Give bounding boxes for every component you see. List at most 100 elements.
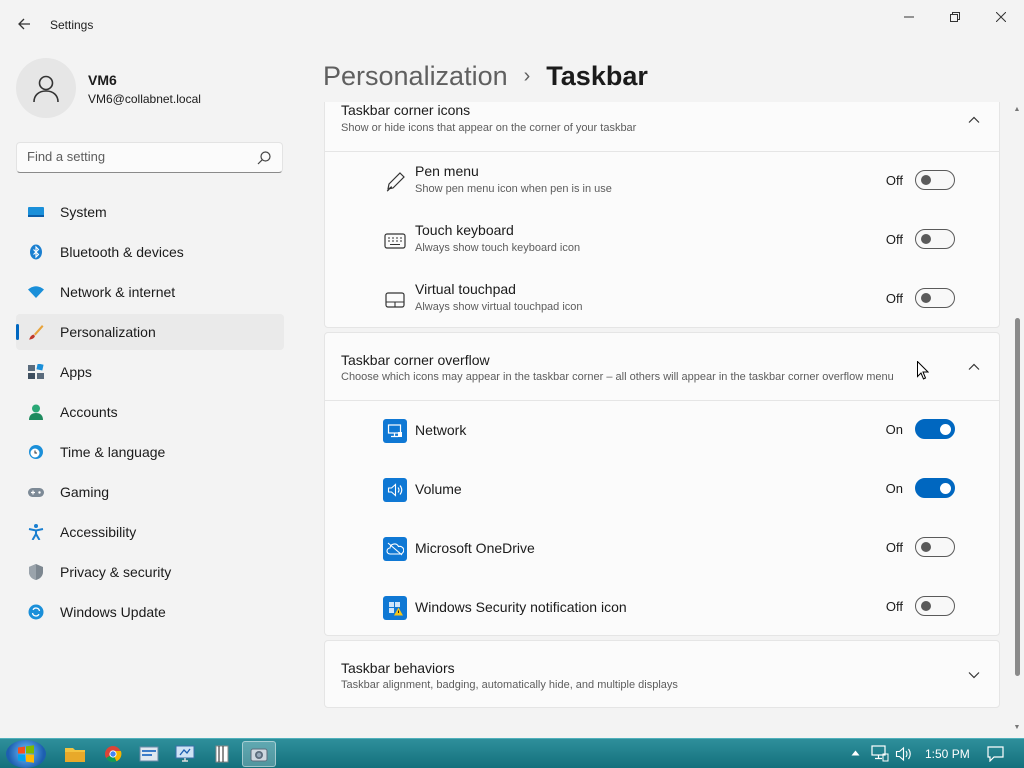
sidebar-item-label: Windows Update [60,604,166,620]
settings-app-icon [139,746,159,762]
sidebar-item-system[interactable]: System [16,194,284,230]
start-button[interactable] [6,740,46,768]
section-description: Show or hide icons that appear on the co… [341,122,637,134]
accessibility-icon [28,524,44,540]
toggle-state-label: On [885,481,903,496]
avatar[interactable] [16,58,76,118]
toggle-state-label: On [885,422,903,437]
network-tray-icon[interactable] [871,745,889,762]
windows-security-toggle[interactable] [915,596,955,616]
volume-toggle[interactable] [915,478,955,498]
toggle-state-label: Off [885,599,903,614]
breadcrumb-parent[interactable]: Personalization [323,61,508,92]
volume-app-icon [383,478,407,502]
sidebar-item-label: Time & language [60,444,166,460]
touchpad-icon [383,288,407,312]
sidebar-item-personalization[interactable]: Personalization [16,314,284,350]
scrollbar-thumb[interactable] [1015,318,1020,676]
taskbar-notepad[interactable] [205,741,239,767]
explorer-icon [65,748,85,762]
close-button[interactable] [978,6,1024,28]
back-arrow-icon [18,18,30,30]
pen-menu-toggle[interactable] [915,170,955,190]
toggle-knob [940,482,951,494]
back-button[interactable] [12,12,36,36]
chevron-up-icon[interactable] [967,113,981,127]
search-input[interactable] [27,149,247,164]
taskbar-settings-app[interactable] [132,741,166,767]
chevron-down-icon[interactable] [967,668,981,682]
taskbar-camera[interactable] [242,741,276,767]
toggle-knob [921,542,931,552]
taskbar-clock[interactable]: 1:50 PM [925,747,970,761]
taskbar: 1:50 PM [0,738,1024,768]
sidebar-item-windows-update[interactable]: Windows Update [16,594,284,630]
network-toggle[interactable] [915,419,955,439]
sidebar-item-label: System [60,204,107,220]
sidebar-item-label: Network & internet [60,284,176,300]
sidebar-item-accessibility[interactable]: Accessibility [16,514,284,550]
behaviors-card[interactable]: Taskbar behaviors Taskbar alignment, bad… [324,640,1000,708]
shield-icon [28,564,44,580]
taskbar-remote-desktop[interactable] [168,741,202,767]
volume-tray-icon[interactable] [895,746,913,762]
sidebar-item-accounts[interactable]: Accounts [16,394,284,430]
sidebar-item-label: Accounts [60,404,118,420]
row-title: Pen menu [415,163,479,179]
sidebar-item-privacy[interactable]: Privacy & security [16,554,284,590]
windows-logo-icon [18,745,34,763]
remote-desktop-icon [175,745,195,762]
virtual-touchpad-toggle[interactable] [915,288,955,308]
restore-icon [950,12,960,22]
sidebar-item-label: Bluetooth & devices [60,244,184,260]
clock-globe-icon [28,444,44,460]
onedrive-app-icon [383,537,407,561]
row-title: Microsoft OneDrive [415,540,535,556]
search-icon[interactable] [256,150,272,166]
scroll-down-arrow[interactable]: ▼ [1013,724,1021,732]
toggle-knob [921,601,931,611]
section-title: Taskbar behaviors [341,660,455,676]
section-title: Taskbar corner overflow [341,352,490,368]
settings-content[interactable]: Taskbar corner icons Show or hide icons … [324,102,1000,736]
page-title: Taskbar [546,60,648,91]
setting-row-network: Network On [325,401,999,459]
show-hidden-icon[interactable] [851,749,860,757]
setting-row-virtual-touchpad: Virtual touchpad Always show virtual tou… [325,270,999,328]
apps-icon [28,364,44,380]
toggle-state-label: Off [885,540,903,555]
chevron-up-icon[interactable] [967,360,981,374]
taskbar-chrome[interactable] [96,741,130,767]
system-icon [28,204,44,220]
touch-keyboard-toggle[interactable] [915,229,955,249]
setting-row-onedrive: Microsoft OneDrive Off [325,519,999,577]
toggle-knob [921,175,931,185]
corner-icons-header[interactable]: Taskbar corner icons Show or hide icons … [325,102,999,153]
section-description: Choose which icons may appear in the tas… [341,371,894,383]
sidebar-item-bluetooth[interactable]: Bluetooth & devices [16,234,284,270]
corner-overflow-header[interactable]: Taskbar corner overflow Choose which ico… [325,333,999,401]
minimize-button[interactable] [886,6,932,28]
taskbar-explorer[interactable] [58,741,92,767]
sidebar-item-label: Personalization [60,324,156,340]
section-title: Taskbar corner icons [341,102,471,118]
toggle-state-label: Off [885,291,903,306]
toggle-knob [921,293,931,303]
sidebar-item-gaming[interactable]: Gaming [16,474,284,510]
sidebar-item-network[interactable]: Network & internet [16,274,284,310]
row-subtitle: Always show touch keyboard icon [415,242,581,254]
close-icon [996,12,1006,22]
scroll-up-arrow[interactable]: ▲ [1013,106,1021,114]
row-title: Volume [415,481,462,497]
pen-icon [383,170,407,194]
sidebar-item-time-language[interactable]: Time & language [16,434,284,470]
minimize-icon [904,16,914,18]
sidebar-item-apps[interactable]: Apps [16,354,284,390]
toggle-knob [921,234,931,244]
restore-button[interactable] [932,6,978,28]
user-profile: VM6 VM6@collabnet.local [16,58,286,118]
user-name: VM6 [88,72,117,88]
onedrive-toggle[interactable] [915,537,955,557]
mouse-cursor-icon [917,361,929,380]
notification-icon[interactable] [987,746,1004,762]
